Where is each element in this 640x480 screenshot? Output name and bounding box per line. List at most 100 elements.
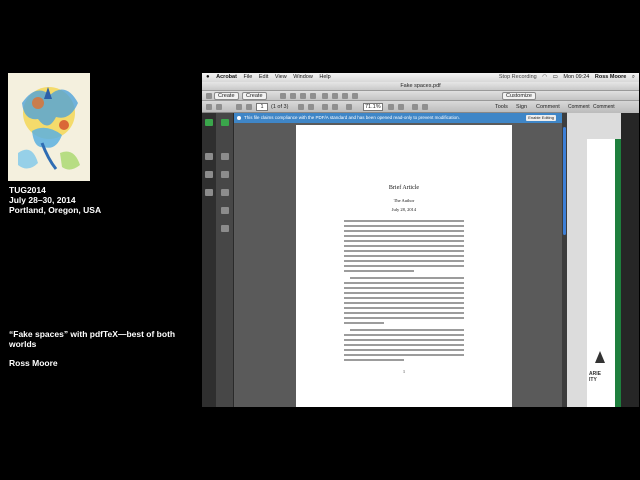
window-title: Fake spaces.pdf <box>400 83 441 89</box>
text-line <box>344 260 464 262</box>
text-line <box>344 307 464 309</box>
menu-help[interactable]: Help <box>319 74 330 80</box>
main-toolbar: Create Create Customize <box>202 91 639 101</box>
text-line <box>344 255 464 257</box>
text-line <box>344 322 384 324</box>
spotlight-icon[interactable]: ⌕ <box>632 74 635 80</box>
background-comment-button[interactable]: Comment <box>568 101 590 113</box>
text-line <box>344 270 414 272</box>
hand-tool-icon[interactable] <box>308 104 314 110</box>
sign-pane-button[interactable]: Sign <box>516 101 527 113</box>
conference-dates: July 28–30, 2014 <box>9 195 76 205</box>
page-count: (1 of 3) <box>271 104 289 110</box>
background-logo-text: ARIE ITY <box>589 371 601 383</box>
tools-pane-button[interactable]: Tools <box>495 101 508 113</box>
attachments-icon[interactable] <box>221 189 229 196</box>
attachment-icon[interactable] <box>205 189 213 196</box>
cursor-icon[interactable] <box>346 104 352 110</box>
menu-app-name[interactable]: Acrobat <box>216 74 237 80</box>
background-comment-button-2[interactable]: Comment <box>593 101 615 113</box>
up-arrow-icon[interactable] <box>216 104 222 110</box>
green-icon[interactable] <box>205 119 213 126</box>
talk-title: “Fake spaces” with pdfTeX—best of both w… <box>9 329 176 349</box>
menubar-user[interactable]: Ross Moore <box>595 74 626 80</box>
bookmark-icon[interactable] <box>205 171 213 178</box>
full-screen-icon[interactable] <box>422 104 428 110</box>
enable-editing-button[interactable]: Enable Editing <box>526 115 556 121</box>
print-icon[interactable] <box>300 93 306 99</box>
save-icon[interactable] <box>290 93 296 99</box>
text-line <box>344 297 464 299</box>
text-line <box>344 292 464 294</box>
screen-capture: ● Acrobat File Edit View Window Help Sto… <box>202 73 639 407</box>
create-button[interactable]: Create <box>214 92 239 100</box>
text-line <box>344 317 464 319</box>
menubar-status: Stop Recording ◠ ▭ Mon 09:24 Ross Moore … <box>495 73 635 82</box>
navigation-pane <box>216 113 234 407</box>
menubar-clock[interactable]: Mon 09:24 <box>563 74 589 80</box>
conference-info: TUG2014 July 28–30, 2014 Portland, Orego… <box>9 185 189 215</box>
document-viewport[interactable]: Brief Article The Author July 28, 2014 1 <box>235 123 562 407</box>
pdfa-info-bar: This file claims compliance with the PDF… <box>234 113 562 123</box>
comment-pane-button[interactable]: Comment <box>536 101 560 113</box>
text-line <box>344 349 464 351</box>
prev-page-icon[interactable] <box>236 104 242 110</box>
stop-recording[interactable]: Stop Recording <box>499 74 537 80</box>
conference-logo <box>8 73 90 181</box>
page-number-input[interactable]: 1 <box>256 103 268 111</box>
layers-icon[interactable] <box>221 207 229 214</box>
open-icon[interactable] <box>206 93 212 99</box>
scrollbar-thumb[interactable] <box>563 127 566 235</box>
comment-icon[interactable] <box>332 93 338 99</box>
text-line <box>344 235 464 237</box>
menu-edit[interactable]: Edit <box>259 74 268 80</box>
menu-view[interactable]: View <box>275 74 287 80</box>
menu-window[interactable]: Window <box>293 74 313 80</box>
text-line <box>344 302 464 304</box>
zoom-in-icon[interactable] <box>332 104 338 110</box>
customize-button[interactable]: Customize <box>502 92 536 100</box>
fit-width-icon[interactable] <box>398 104 404 110</box>
read-mode-icon[interactable] <box>412 104 418 110</box>
text-line <box>344 240 464 242</box>
menu-file[interactable]: File <box>243 74 252 80</box>
pdfa-icon[interactable] <box>221 119 229 126</box>
home-icon[interactable] <box>206 104 212 110</box>
left-nav-strip <box>202 113 216 407</box>
text-line <box>344 354 464 356</box>
zoom-out-icon[interactable] <box>322 104 328 110</box>
text-line <box>344 225 464 227</box>
settings-icon[interactable] <box>322 93 328 99</box>
text-line <box>344 230 464 232</box>
battery-icon[interactable]: ▭ <box>553 74 558 80</box>
zoom-select[interactable]: 71.1% <box>363 103 383 111</box>
signatures-icon[interactable] <box>221 225 229 232</box>
info-message: This file claims compliance with the PDF… <box>244 115 460 120</box>
pdf-page: Brief Article The Author July 28, 2014 1 <box>296 125 512 407</box>
pages-icon[interactable] <box>221 153 229 160</box>
article-date: July 28, 2014 <box>391 207 417 212</box>
email-icon[interactable] <box>310 93 316 99</box>
wifi-icon[interactable]: ◠ <box>542 74 547 80</box>
apple-icon[interactable]: ● <box>206 74 210 80</box>
select-tool-icon[interactable] <box>298 104 304 110</box>
thumbnail-icon[interactable] <box>205 153 213 160</box>
text-line <box>344 220 464 222</box>
text-line <box>344 287 464 289</box>
text-line <box>344 339 464 341</box>
create-dropdown-button[interactable]: Create <box>242 92 267 100</box>
info-icon <box>237 116 241 120</box>
next-page-icon[interactable] <box>246 104 252 110</box>
open-file-icon[interactable] <box>280 93 286 99</box>
highlight-icon[interactable] <box>342 93 348 99</box>
text-line <box>344 265 464 267</box>
background-dark-panel <box>621 113 639 407</box>
speaker-name: Ross Moore <box>9 358 58 368</box>
sign-icon[interactable] <box>352 93 358 99</box>
page-number: 1 <box>403 369 405 374</box>
fit-page-icon[interactable] <box>388 104 394 110</box>
text-line <box>350 329 464 331</box>
bookmarks-icon[interactable] <box>221 171 229 178</box>
text-line <box>344 359 404 361</box>
text-line <box>344 250 464 252</box>
